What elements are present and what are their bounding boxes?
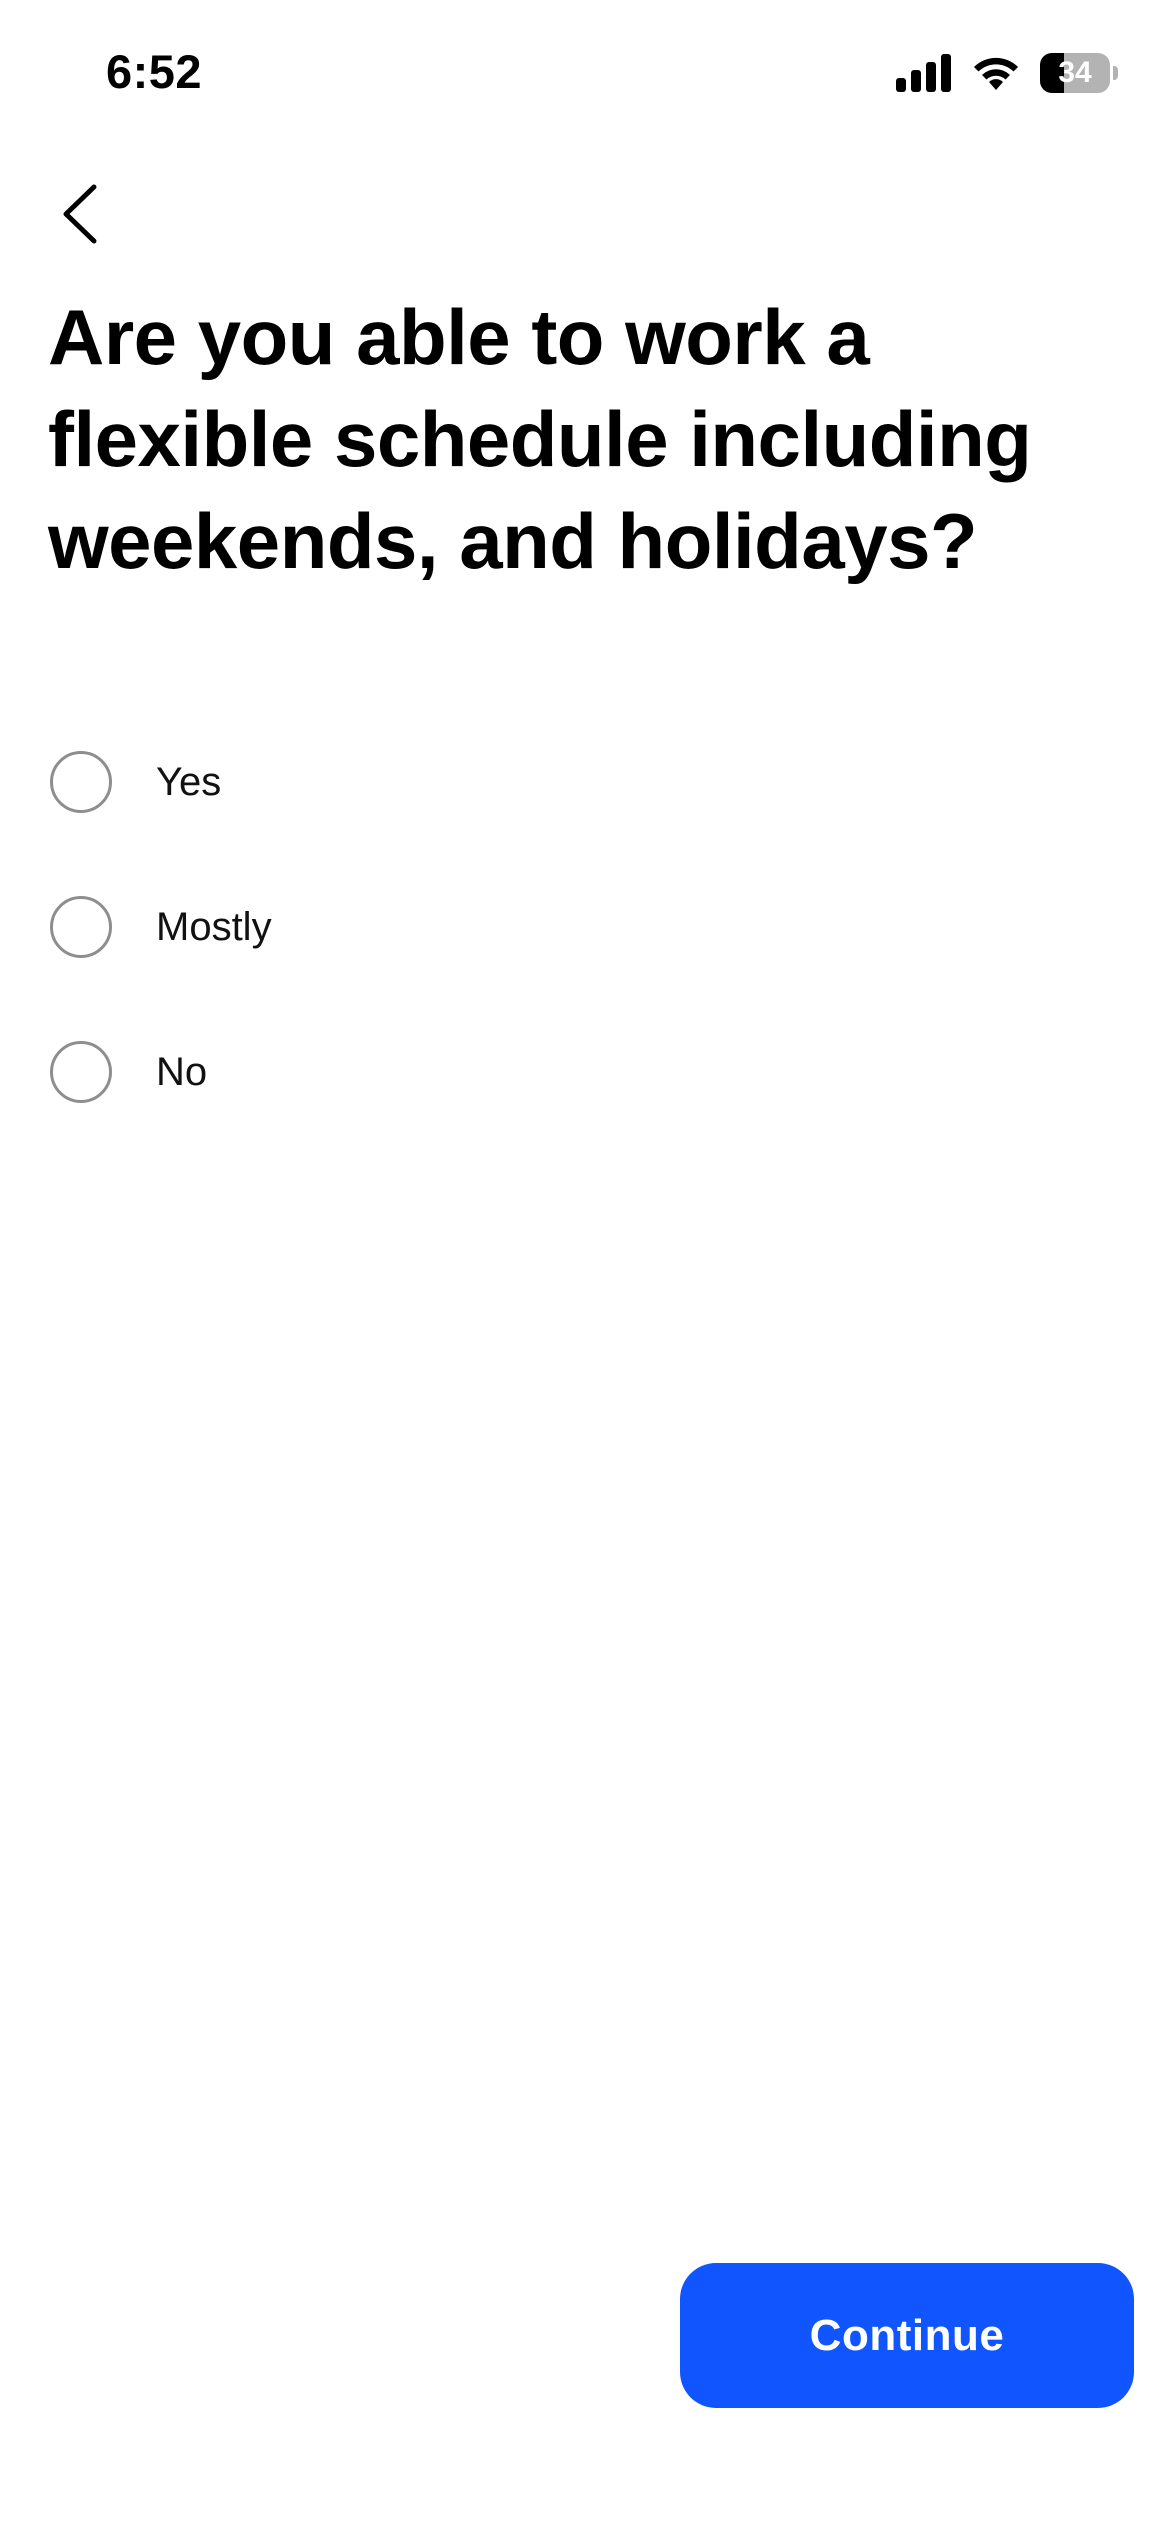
option-label-no: No: [156, 1049, 208, 1094]
chevron-left-icon: [63, 184, 97, 244]
battery-icon: 34: [1040, 53, 1118, 93]
option-mostly[interactable]: Mostly: [50, 893, 1120, 961]
wifi-icon: [974, 57, 1018, 90]
battery-level: 34: [1058, 56, 1092, 89]
radio-button-no[interactable]: [50, 1041, 112, 1103]
radio-button-yes[interactable]: [50, 751, 112, 813]
status-icons: 34: [896, 50, 1118, 96]
continue-button[interactable]: Continue: [680, 2263, 1134, 2408]
signal-icon: [896, 54, 951, 92]
option-label-yes: Yes: [156, 759, 222, 804]
option-yes[interactable]: Yes: [50, 748, 1120, 816]
status-bar: 6:52 34: [0, 0, 1170, 150]
option-label-mostly: Mostly: [156, 904, 272, 949]
status-time: 6:52: [106, 45, 203, 98]
options-list: Yes Mostly No: [50, 748, 1120, 1183]
back-button[interactable]: [44, 176, 114, 252]
radio-button-mostly[interactable]: [50, 896, 112, 958]
option-no[interactable]: No: [50, 1038, 1120, 1106]
page-title: Are you able to work a flexible schedule…: [48, 293, 1032, 585]
